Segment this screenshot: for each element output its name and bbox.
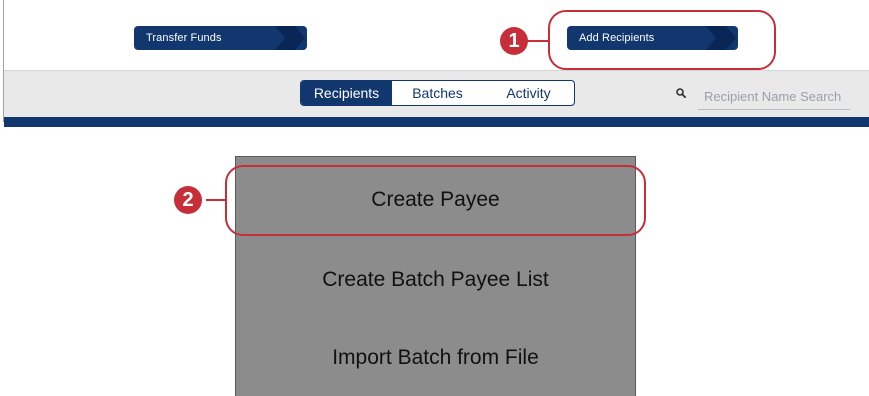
tab-switcher: Recipients Batches Activity — [300, 80, 575, 106]
tab-activity[interactable]: Activity — [483, 81, 574, 105]
recipient-name-search-input[interactable] — [698, 84, 850, 110]
toolbar-accent-stripe — [4, 117, 869, 127]
tab-recipients[interactable]: Recipients — [301, 81, 392, 105]
search-icon — [676, 88, 686, 98]
tab-batches[interactable]: Batches — [392, 81, 483, 105]
callout-badge-2: 2 — [174, 186, 202, 214]
add-recipients-label: Add Recipients — [579, 32, 655, 44]
callout-badge-1: 1 — [500, 27, 528, 55]
menu-item-import-batch-from-file[interactable]: Import Batch from File — [236, 346, 635, 370]
transfer-funds-button[interactable]: Transfer Funds — [134, 26, 307, 50]
chevron-right-icon — [275, 26, 305, 50]
transfer-funds-label: Transfer Funds — [146, 32, 222, 44]
callout-connector-2 — [206, 199, 226, 201]
callout-connector-1 — [527, 40, 549, 42]
chevron-right-icon — [706, 26, 736, 50]
menu-item-create-batch-payee-list[interactable]: Create Batch Payee List — [236, 268, 635, 292]
callout-highlight-2 — [225, 165, 646, 236]
